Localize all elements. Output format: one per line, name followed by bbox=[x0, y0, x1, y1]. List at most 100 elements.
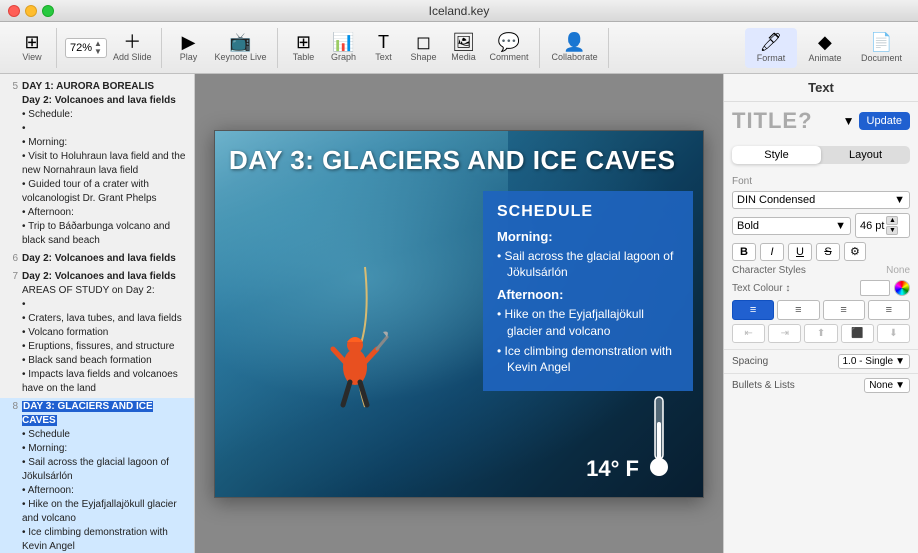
align-left-button[interactable]: ≡ bbox=[732, 300, 774, 320]
collaborate-icon: 👤 bbox=[563, 33, 585, 51]
media-button[interactable]: 🖼 Media bbox=[446, 31, 482, 64]
table-button[interactable]: ⊞ Table bbox=[286, 31, 322, 64]
slide-canvas: DAY 3: GLACIERS AND ICE CAVES SCHEDULE M… bbox=[214, 130, 704, 498]
slide-panel: 5 DAY 1: AURORA BOREALIS Day 2: Volcanoe… bbox=[0, 74, 195, 553]
schedule-box: SCHEDULE Morning: • Sail across the glac… bbox=[483, 191, 693, 392]
zoom-down-icon[interactable]: ▼ bbox=[94, 48, 102, 56]
toolbar: ⊞ View 72% ▲ ▼ ＋ Add Slide ▶ Play 📺 Keyn… bbox=[0, 22, 918, 74]
text-button[interactable]: T Text bbox=[366, 31, 402, 64]
style-layout-tabs: Style Layout bbox=[732, 146, 910, 164]
comment-icon: 💬 bbox=[498, 33, 520, 51]
font-weight-chevron: ▼ bbox=[835, 220, 846, 232]
align-center-button[interactable]: ≡ bbox=[777, 300, 819, 320]
font-label: Font bbox=[732, 176, 910, 187]
tab-layout[interactable]: Layout bbox=[821, 146, 910, 164]
vertical-align-bottom[interactable]: ⬇ bbox=[877, 324, 910, 343]
add-slide-icon: ＋ bbox=[123, 33, 141, 51]
list-item[interactable]: 6 Day 2: Volcanoes and lava fields bbox=[0, 250, 194, 268]
colour-wheel[interactable] bbox=[894, 280, 910, 296]
vertical-align-middle[interactable]: ⬛ bbox=[841, 324, 874, 343]
right-panel-header: Text bbox=[724, 74, 918, 102]
underline-button[interactable]: U bbox=[788, 243, 812, 261]
spacing-chevron: ▼ bbox=[895, 356, 905, 367]
text-options-button[interactable]: ⚙ bbox=[844, 242, 866, 261]
collaborate-button[interactable]: 👤 Collaborate bbox=[548, 31, 602, 64]
slide-title: DAY 3: GLACIERS AND ICE CAVES bbox=[229, 145, 675, 176]
title-bar: Iceland.key bbox=[0, 0, 918, 22]
shape-icon: ◻ bbox=[416, 33, 431, 51]
zoom-display[interactable]: 72% ▲ ▼ bbox=[65, 38, 107, 58]
bullets-row: Bullets & Lists None ▼ bbox=[724, 374, 918, 397]
font-name-row: DIN Condensed ▼ bbox=[732, 191, 910, 209]
text-colour-row: Text Colour ↕ bbox=[732, 280, 910, 296]
morning-label: Morning: bbox=[497, 229, 679, 244]
update-button[interactable]: Update bbox=[859, 112, 910, 130]
comment-button[interactable]: 💬 Comment bbox=[486, 31, 533, 64]
decrease-indent-button[interactable]: ⇤ bbox=[732, 324, 765, 343]
temperature-value: 14° F bbox=[586, 456, 639, 482]
align-right-button[interactable]: ≡ bbox=[823, 300, 865, 320]
media-icon: 🖼 bbox=[452, 33, 475, 51]
vertical-align-top[interactable]: ⬆ bbox=[804, 324, 837, 343]
format-button[interactable]: 🖊 Format bbox=[745, 28, 797, 68]
increase-indent-button[interactable]: ⇥ bbox=[768, 324, 801, 343]
align-justify-button[interactable]: ≡ bbox=[868, 300, 910, 320]
close-button[interactable] bbox=[8, 5, 20, 17]
keynote-live-icon: 📺 bbox=[229, 33, 251, 51]
text-icon: T bbox=[378, 33, 389, 51]
spacing-value[interactable]: 1.0 - Single ▼ bbox=[838, 354, 911, 369]
collaborate-group: 👤 Collaborate bbox=[542, 28, 609, 68]
format-buttons-row: B I U S ⚙ bbox=[732, 242, 910, 261]
play-button[interactable]: ▶ Play bbox=[170, 31, 206, 64]
title-style-preview: TITLE? ▼ Update bbox=[724, 102, 918, 140]
title-style-text: TITLE? bbox=[732, 108, 839, 134]
view-icon: ⊞ bbox=[24, 33, 39, 51]
strikethrough-button[interactable]: S bbox=[816, 243, 840, 261]
climber-figure bbox=[315, 257, 395, 437]
document-icon: 📄 bbox=[870, 32, 892, 53]
tab-style[interactable]: Style bbox=[732, 146, 821, 164]
list-item[interactable]: 8 DAY 3: GLACIERS AND ICE CAVES • Schedu… bbox=[0, 398, 194, 553]
list-item[interactable]: 5 DAY 1: AURORA BOREALIS Day 2: Volcanoe… bbox=[0, 78, 194, 250]
canvas-area[interactable]: DAY 3: GLACIERS AND ICE CAVES SCHEDULE M… bbox=[195, 74, 723, 553]
keynote-live-button[interactable]: 📺 Keynote Live bbox=[210, 31, 270, 64]
slide-background: DAY 3: GLACIERS AND ICE CAVES SCHEDULE M… bbox=[215, 131, 703, 497]
font-size-input[interactable]: 46 pt ▲ ▼ bbox=[855, 213, 910, 238]
temperature-display: 14° F bbox=[586, 392, 673, 482]
play-group: ▶ Play 📺 Keynote Live bbox=[164, 28, 277, 68]
font-weight-select[interactable]: Bold ▼ bbox=[732, 217, 851, 235]
font-size-up[interactable]: ▲ bbox=[886, 216, 898, 225]
document-button[interactable]: 📄 Document bbox=[853, 28, 910, 68]
maximize-button[interactable] bbox=[42, 5, 54, 17]
font-weight-row: Bold ▼ 46 pt ▲ ▼ bbox=[732, 213, 910, 238]
afternoon-label: Afternoon: bbox=[497, 287, 679, 302]
format-icon: 🖊 bbox=[760, 32, 783, 53]
graph-button[interactable]: 📊 Graph bbox=[326, 31, 362, 64]
character-styles-row: Character Styles None bbox=[732, 265, 910, 276]
minimize-button[interactable] bbox=[25, 5, 37, 17]
afternoon-item-1: • Hike on the Eyjafjallajökull glacier a… bbox=[497, 306, 679, 340]
bold-button[interactable]: B bbox=[732, 243, 756, 261]
zoom-group: 72% ▲ ▼ ＋ Add Slide bbox=[59, 28, 162, 68]
bullets-value[interactable]: None ▼ bbox=[864, 378, 910, 393]
font-size-down[interactable]: ▼ bbox=[886, 226, 898, 235]
add-slide-button[interactable]: ＋ Add Slide bbox=[109, 31, 156, 64]
right-panel: Text TITLE? ▼ Update Style Layout Font D… bbox=[723, 74, 918, 553]
right-toolbar-buttons: 🖊 Format ◆ Animate 📄 Document bbox=[745, 28, 910, 68]
italic-button[interactable]: I bbox=[760, 243, 784, 261]
window-title: Iceland.key bbox=[429, 4, 490, 18]
view-button[interactable]: ⊞ View bbox=[14, 31, 50, 64]
animate-button[interactable]: ◆ Animate bbox=[799, 28, 851, 68]
alignment-row: ≡ ≡ ≡ ≡ bbox=[732, 300, 910, 320]
spacing-row: Spacing 1.0 - Single ▼ bbox=[724, 350, 918, 374]
title-style-dropdown-icon: ▼ bbox=[843, 114, 855, 128]
schedule-heading: SCHEDULE bbox=[497, 203, 679, 221]
insert-group: ⊞ Table 📊 Graph T Text ◻ Shape 🖼 Media 💬… bbox=[280, 28, 540, 68]
afternoon-item-2: • Ice climbing demonstration with Kevin … bbox=[497, 343, 679, 377]
main-area: 5 DAY 1: AURORA BOREALIS Day 2: Volcanoe… bbox=[0, 74, 918, 553]
font-name-select[interactable]: DIN Condensed ▼ bbox=[732, 191, 910, 209]
view-group: ⊞ View bbox=[8, 28, 57, 68]
shape-button[interactable]: ◻ Shape bbox=[406, 31, 442, 64]
list-item[interactable]: 7 Day 2: Volcanoes and lava fields AREAS… bbox=[0, 268, 194, 398]
text-colour-swatch[interactable] bbox=[860, 280, 890, 296]
